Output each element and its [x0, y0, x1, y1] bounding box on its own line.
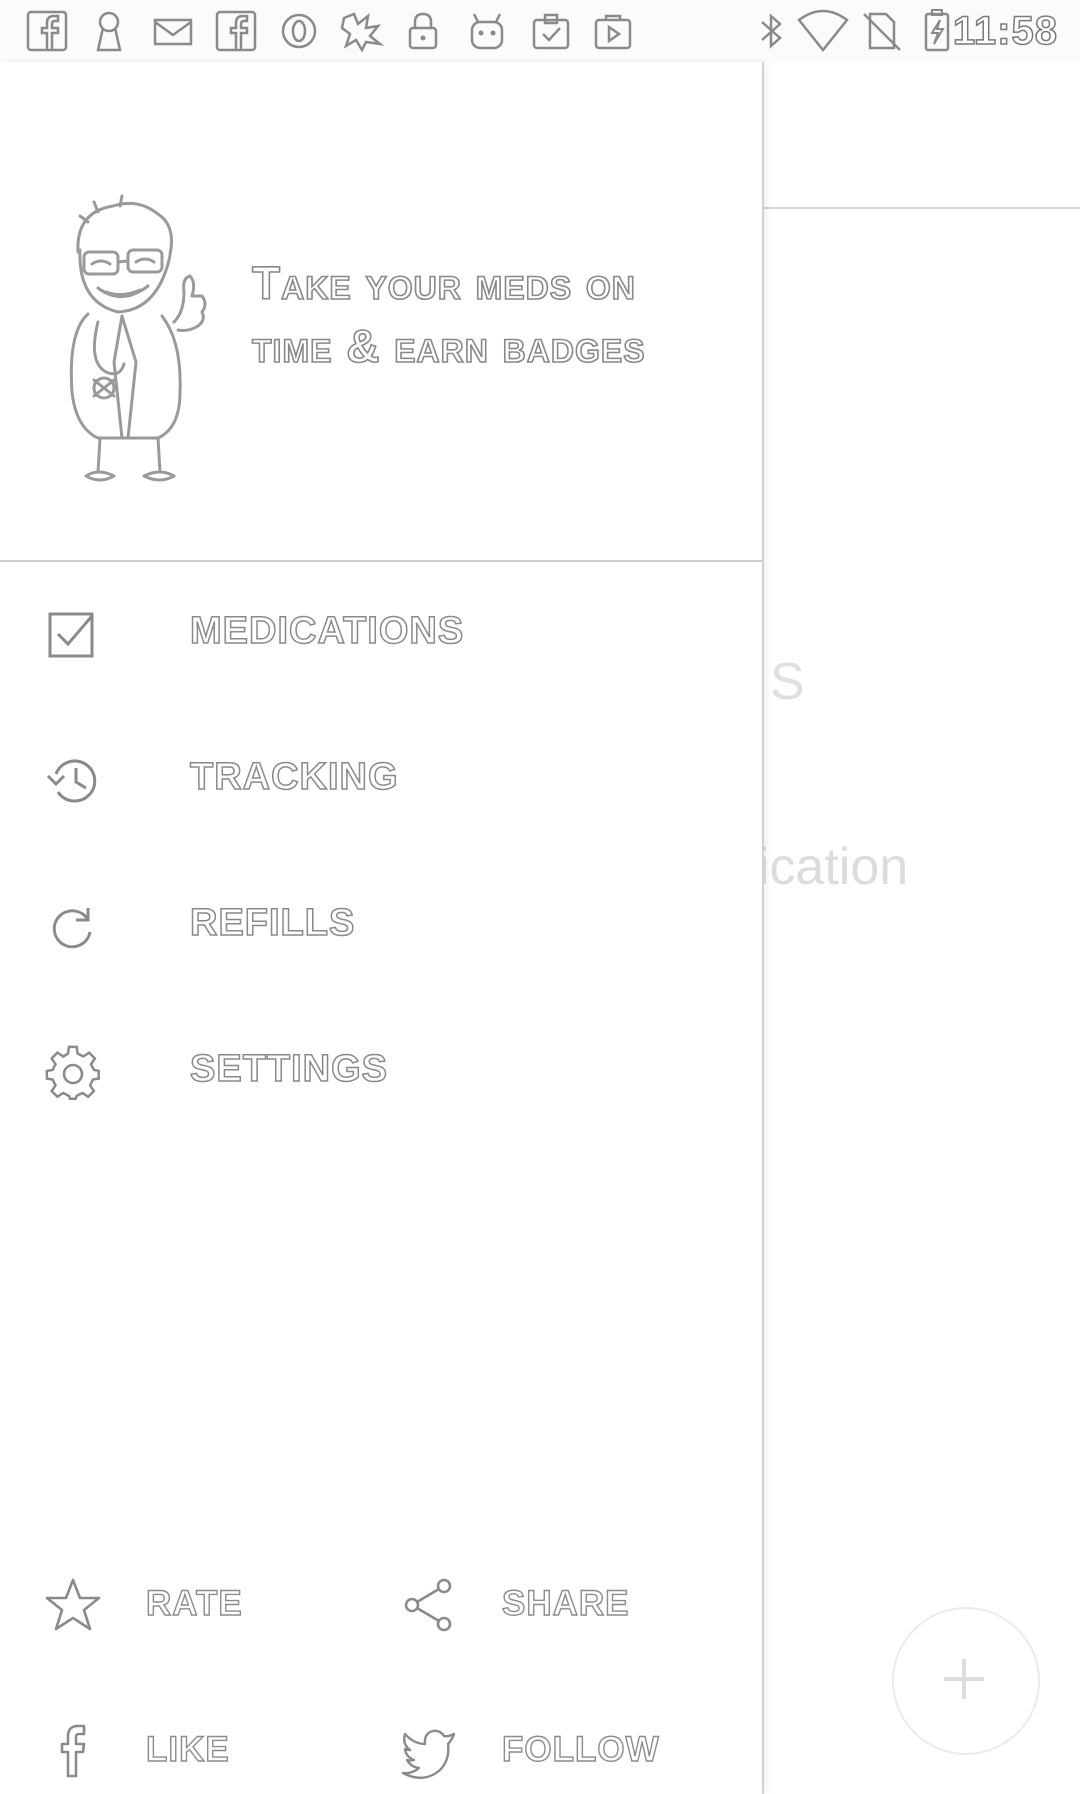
lock-icon — [408, 12, 438, 50]
follow-button[interactable]: FOLLOW — [356, 1688, 706, 1794]
header-tagline: Take your meds on time & earn badges — [251, 252, 752, 378]
menu-item-label: MEDICATIONS — [189, 609, 465, 653]
play-store-icon — [594, 14, 632, 50]
wifi-icon — [797, 9, 849, 53]
mail-icon — [153, 18, 193, 46]
drawer-footer-row-1: RATE SHARE — [0, 1542, 762, 1672]
drawer-header: Take your meds on time & earn badges — [0, 62, 762, 562]
status-bar: 11:58 — [0, 0, 1080, 63]
share-button[interactable]: SHARE — [356, 1542, 706, 1672]
doctor-mascot-image — [69, 194, 207, 482]
drawer-footer-row-2: LIKE FOLLOW — [0, 1688, 762, 1794]
menu-item-label: SETTINGS — [189, 1047, 389, 1091]
android-icon — [470, 13, 504, 50]
menu-item-label: TRACKING — [189, 755, 399, 799]
star-icon — [45, 1578, 101, 1631]
gear-icon — [45, 1045, 100, 1100]
clipboard-icon — [532, 13, 570, 50]
history-icon — [46, 759, 97, 803]
menu-item-medications[interactable]: MEDICATIONS — [0, 562, 762, 708]
share-label: SHARE — [501, 1583, 630, 1623]
background-toolbar — [762, 62, 1080, 209]
like-label: LIKE — [145, 1729, 230, 1769]
no-sim-icon — [863, 12, 901, 51]
tagline-line-2: time & earn badges — [251, 319, 646, 373]
plus-icon — [944, 1659, 984, 1699]
rate-button[interactable]: RATE — [0, 1542, 350, 1672]
rate-label: RATE — [145, 1583, 243, 1623]
like-button[interactable]: LIKE — [0, 1688, 350, 1794]
twitter-icon — [401, 1729, 456, 1779]
menu-item-label: REFILLS — [189, 901, 356, 945]
status-time: 11:58 — [952, 8, 1058, 54]
facebook-icon — [60, 1724, 86, 1778]
opera-icon — [281, 13, 317, 49]
keyhole-icon — [96, 11, 122, 52]
refresh-icon — [52, 908, 92, 949]
share-icon — [404, 1578, 452, 1632]
menu-item-refills[interactable]: REFILLS — [0, 854, 762, 1000]
navigation-drawer: Take your meds on time & earn badges MED… — [0, 62, 764, 1794]
tagline-line-1: Take your meds on — [251, 256, 636, 310]
follow-label: FOLLOW — [501, 1729, 660, 1769]
checkbox-icon — [48, 612, 94, 658]
bluetooth-icon — [761, 13, 782, 49]
app-icon — [340, 12, 384, 53]
add-medication-button[interactable] — [892, 1607, 1040, 1755]
menu-item-settings[interactable]: SETTINGS — [0, 1000, 762, 1146]
facebook-icon — [215, 10, 257, 52]
menu-item-tracking[interactable]: TRACKING — [0, 708, 762, 854]
facebook-icon — [26, 10, 68, 52]
